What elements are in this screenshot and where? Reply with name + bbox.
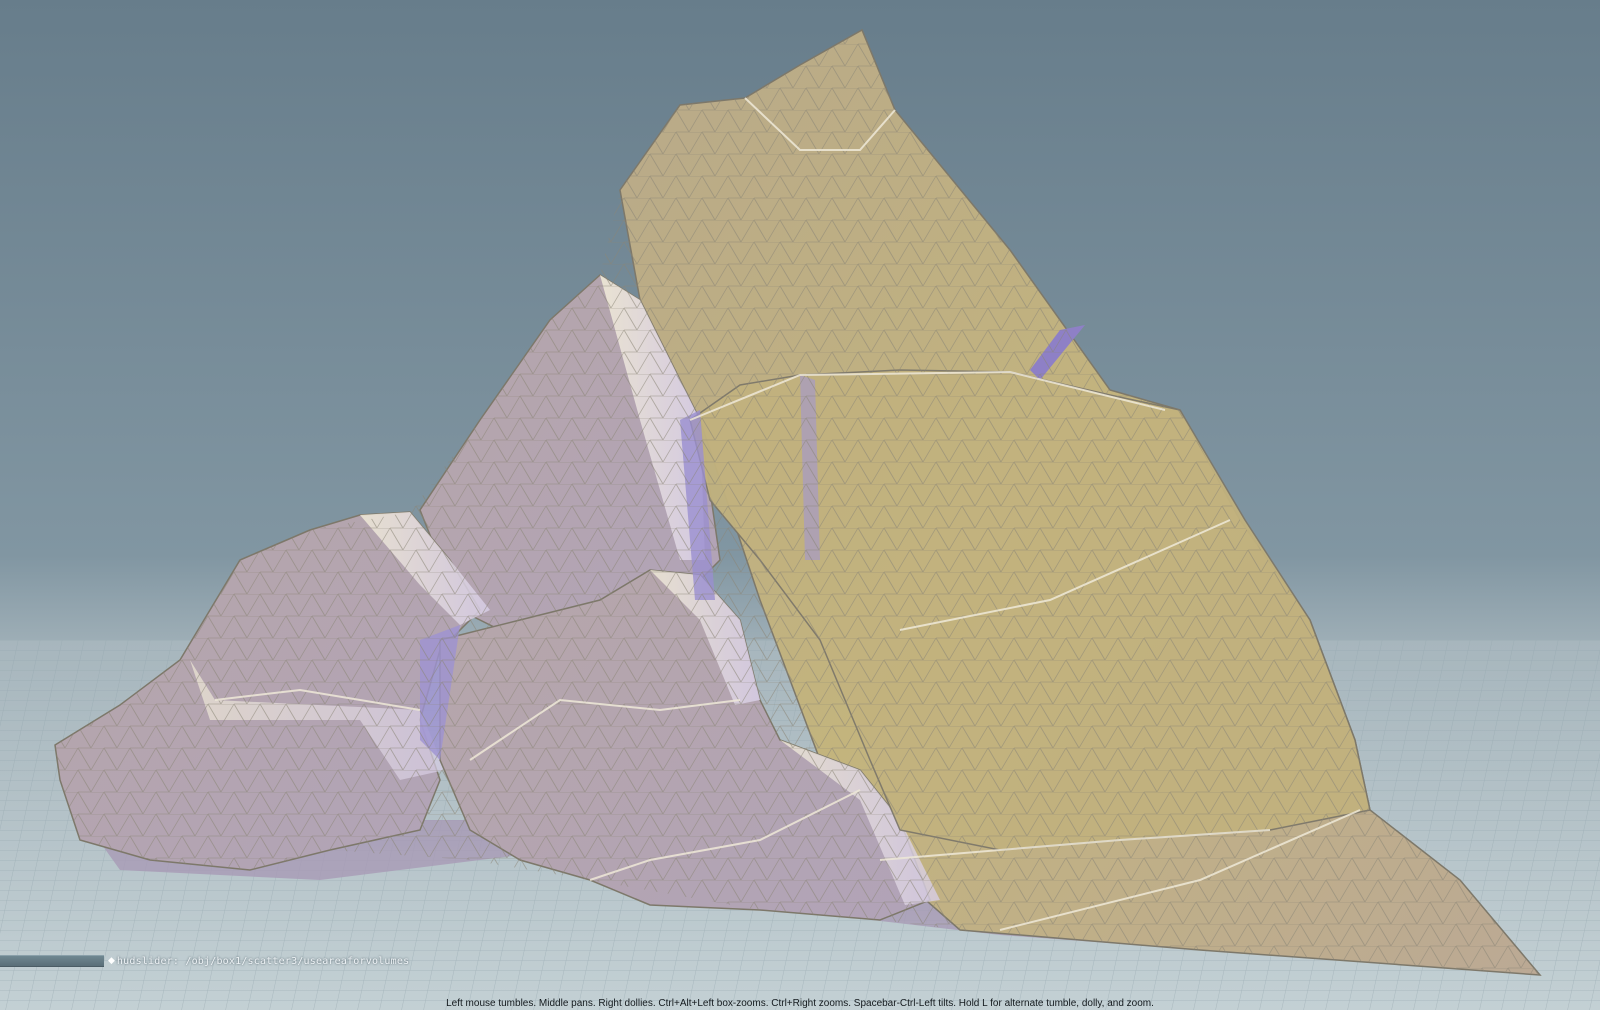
hud-slider-track[interactable] [0, 955, 104, 967]
hud-slider-label: hudslider: /obj/box1/scatter3/useareafor… [116, 955, 410, 967]
viewport-canvas[interactable] [0, 0, 1600, 1010]
hud-slider-handle-icon[interactable]: ◆ [108, 956, 115, 966]
scene-viewport[interactable] [0, 0, 1600, 1010]
hud-slider[interactable]: ◆ hudslider: /obj/box1/scatter3/useareaf… [0, 954, 440, 968]
viewport-hint-text: Left mouse tumbles. Middle pans. Right d… [446, 998, 1154, 1009]
